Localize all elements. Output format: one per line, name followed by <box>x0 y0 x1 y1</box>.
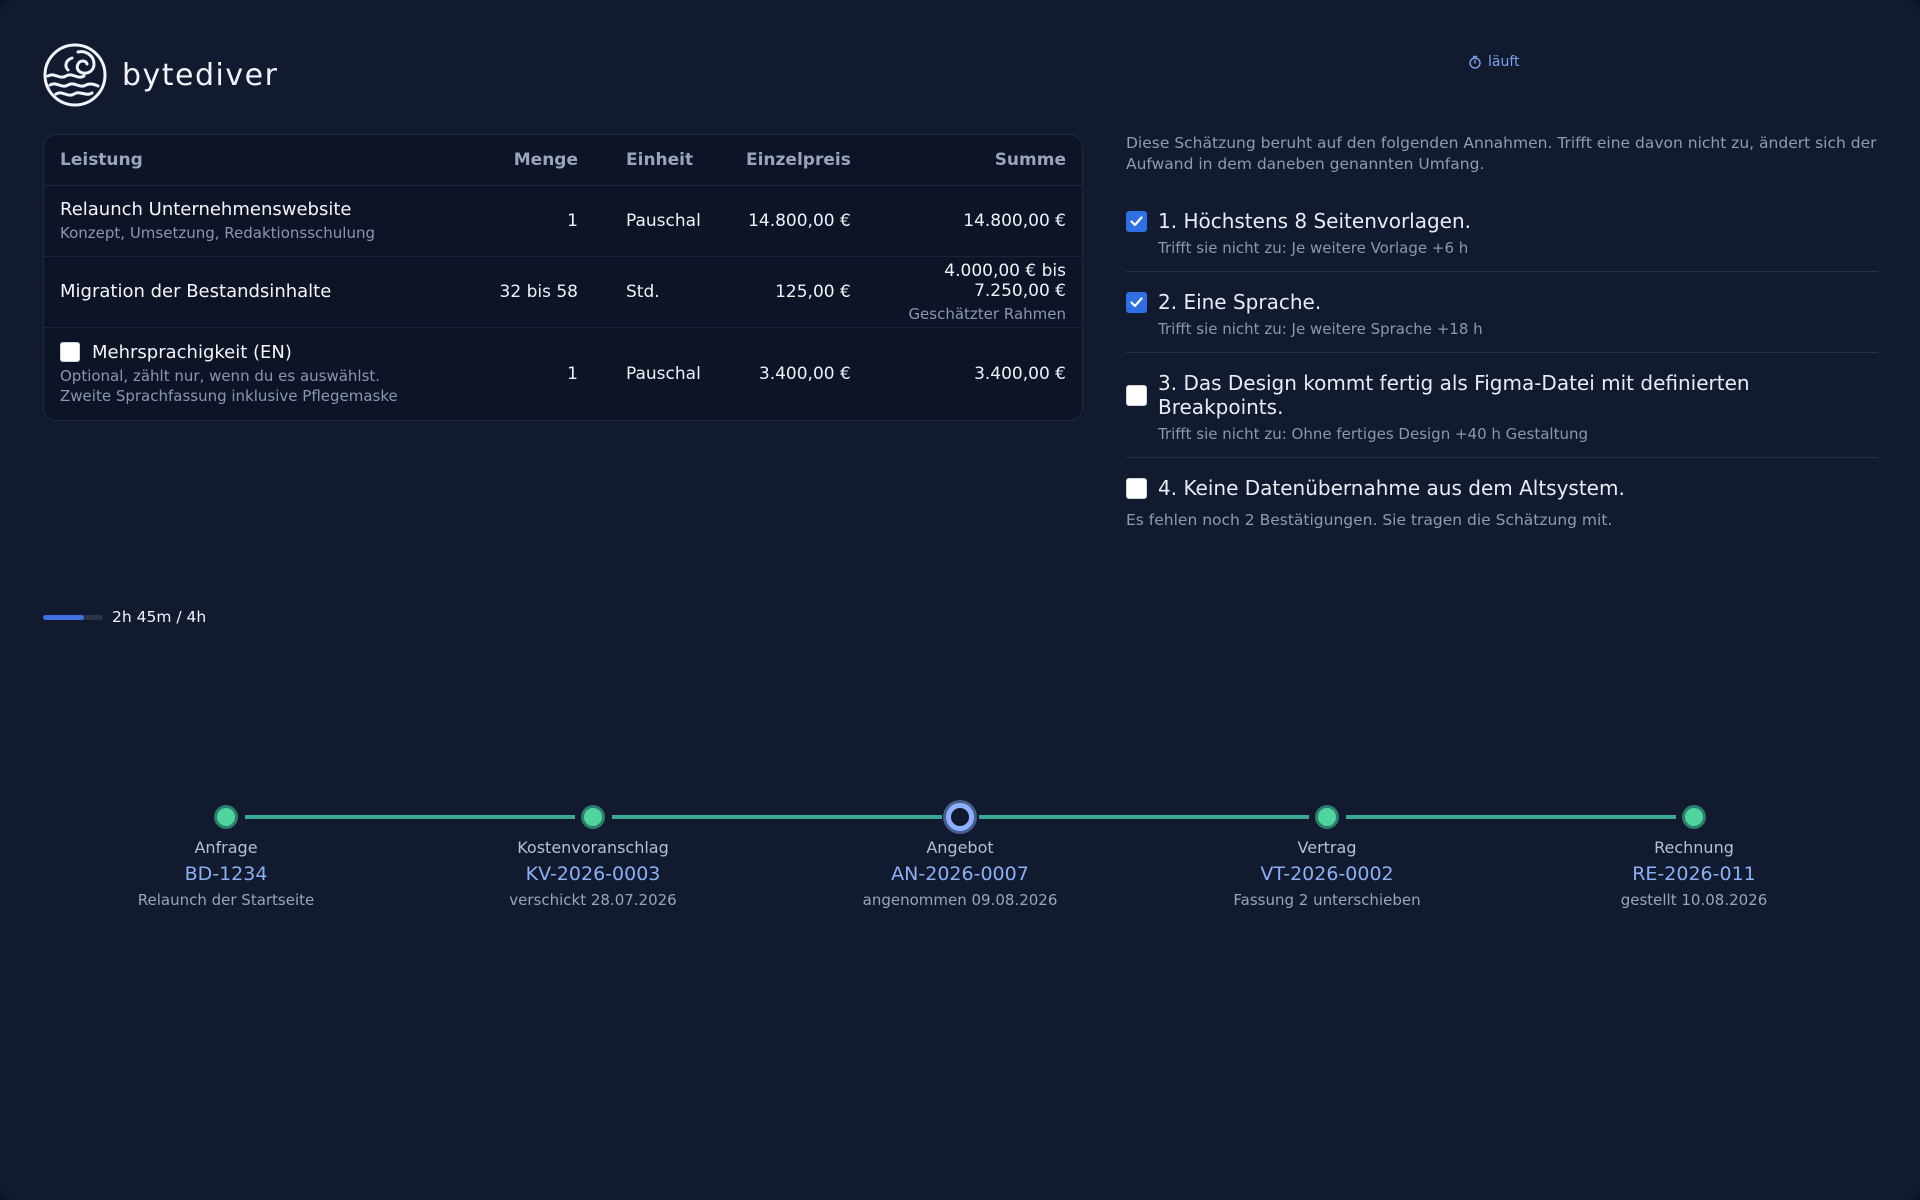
timer-status-label: läuft <box>1488 54 1520 70</box>
assumption-note: Trifft sie nicht zu: Je weitere Vorlage … <box>1158 239 1469 257</box>
stage-label: Anfrage <box>194 838 258 857</box>
progress-track <box>43 614 103 620</box>
assumption-item: 3. Das Design kommt fertig als Figma-Dat… <box>1126 353 1878 458</box>
row-unit-price: 14.800,00 € <box>716 185 867 257</box>
timeline-dot-done[interactable] <box>1682 805 1706 829</box>
assumption-note: Trifft sie nicht zu: Je weitere Sprache … <box>1158 320 1483 338</box>
timeline-dot-done[interactable] <box>1315 805 1339 829</box>
row-total: 14.800,00 € <box>866 185 1082 257</box>
row-unit: Pauschal <box>626 363 701 384</box>
row-total: 4.000,00 € bis 7.250,00 € <box>944 260 1066 301</box>
progress-fill <box>43 614 85 620</box>
row-subtitle: Konzept, Umsetzung, Redaktionsschulung <box>60 223 375 242</box>
assumptions-panel: Diese Schätzung beruht auf den folgenden… <box>1126 133 1878 529</box>
timeline-dot-done[interactable] <box>581 805 605 829</box>
stage-document-id[interactable]: VT-2026-0002 <box>1197 863 1457 885</box>
stage-note: angenommen 09.08.2026 <box>862 891 1058 909</box>
stage-document-id[interactable]: KV-2026-0003 <box>463 863 723 885</box>
timeline-connector <box>245 815 575 819</box>
stage-note: gestellt 10.08.2026 <box>1620 891 1768 909</box>
stopwatch-icon <box>1469 55 1481 69</box>
table-row: Relaunch Unternehmenswebsite Konzept, Um… <box>44 185 1082 257</box>
progress-label: 2h 45m / 4h <box>112 608 207 626</box>
assumptions-intro: Diese Schätzung beruht auf den folgenden… <box>1126 134 1877 173</box>
row-title: Relaunch Unternehmenswebsite <box>60 198 352 220</box>
table-row: Migration der Bestandsinhalte 32 bis 58 … <box>44 256 1082 328</box>
brand-logo: bytediver <box>42 42 278 108</box>
row-unit-price: 125,00 € <box>716 256 867 328</box>
assumption-item: 2. Eine Sprache. Trifft sie nicht zu: Je… <box>1126 272 1878 353</box>
brand-name: bytediver <box>122 57 279 93</box>
stage-document-id[interactable]: AN-2026-0007 <box>830 863 1090 885</box>
row-qty: 32 bis 58 <box>474 256 594 328</box>
stage-label: Rechnung <box>1654 838 1734 857</box>
timeline-stage-rechnung[interactable]: Rechnung RE-2026-011 gestellt 10.08.2026 <box>1564 838 1824 909</box>
row-title: Mehrsprachigkeit (EN) <box>92 341 292 363</box>
assumption-item: 4. Keine Datenübernahme aus dem Altsyste… <box>1126 458 1878 514</box>
stage-note: Fassung 2 unterschieben <box>1233 891 1421 909</box>
line-items-table: Leistung Menge Einheit Einzelpreis Summe… <box>43 134 1083 421</box>
assumption-checkbox-checked[interactable] <box>1126 291 1147 313</box>
assumption-title: 3. Das Design kommt fertig als Figma-Dat… <box>1158 371 1750 419</box>
timeline-connector <box>1346 815 1676 819</box>
checkmark-icon <box>1130 215 1143 226</box>
app-window: bytediver läuft Leistung Menge Einheit E… <box>0 0 1920 1200</box>
stage-label: Vertrag <box>1297 838 1357 857</box>
timeline-stage-vertrag[interactable]: Vertrag VT-2026-0002 Fassung 2 unterschi… <box>1197 838 1457 909</box>
stage-note: verschickt 28.07.2026 <box>509 891 677 909</box>
assumption-title: 1. Höchstens 8 Seitenvorlagen. <box>1158 209 1472 233</box>
row-unit: Pauschal <box>594 185 717 257</box>
table-row: Mehrsprachigkeit (EN) Optional, zählt nu… <box>44 327 1082 420</box>
assumption-note: Trifft sie nicht zu: Ohne fertiges Desig… <box>1158 425 1588 443</box>
row-optional-note: Optional, zählt nur, wenn du es auswähls… <box>60 366 381 385</box>
row-unit: Std. <box>594 256 717 328</box>
assumption-checkbox[interactable] <box>1126 384 1147 406</box>
assumption-checkbox[interactable] <box>1126 477 1147 499</box>
col-header-service: Leistung <box>44 135 474 186</box>
row-qty: 1 <box>474 185 594 257</box>
col-header-total: Summe <box>866 135 1082 186</box>
row-total: 3.400,00 € <box>974 363 1066 384</box>
checkmark-icon <box>1130 296 1143 307</box>
stage-label: Kostenvoranschlag <box>517 838 669 857</box>
stage-label: Angebot <box>926 838 994 857</box>
table-header-row: Leistung Menge Einheit Einzelpreis Summe <box>44 135 1082 186</box>
timeline-connector <box>979 815 1309 819</box>
document-timeline: Anfrage BD-1234 Relaunch der Startseite … <box>0 800 1920 920</box>
timeline-stage-angebot[interactable]: Angebot AN-2026-0007 angenommen 09.08.20… <box>830 838 1090 909</box>
timeline-dot-current[interactable] <box>946 803 974 831</box>
col-header-unit: Einheit <box>594 135 717 186</box>
row-subtitle: Zweite Sprachfassung inklusive Pflegemas… <box>60 386 398 405</box>
remaining-confirmations: Es fehlen noch 2 Bestätigungen. Sie trag… <box>1126 511 1613 529</box>
col-header-unit-price: Einzelpreis <box>716 135 867 186</box>
row-total-note: Geschätzter Rahmen <box>908 304 1066 323</box>
row-title: Migration der Bestandsinhalte <box>60 281 332 302</box>
stage-document-id[interactable]: BD-1234 <box>96 863 356 885</box>
diver-logo-icon <box>43 43 107 107</box>
assumption-title: 2. Eine Sprache. <box>1158 290 1322 314</box>
assumption-checkbox-checked[interactable] <box>1126 210 1147 232</box>
timeline-stage-anfrage[interactable]: Anfrage BD-1234 Relaunch der Startseite <box>96 838 356 909</box>
time-progress: 2h 45m / 4h <box>43 608 206 626</box>
timeline-stage-kostenvoranschlag[interactable]: Kostenvoranschlag KV-2026-0003 verschick… <box>463 838 723 909</box>
assumption-item: 1. Höchstens 8 Seitenvorlagen. Trifft si… <box>1126 209 1878 272</box>
row-qty: 1 <box>567 363 578 384</box>
timer-status[interactable]: läuft <box>1468 54 1520 70</box>
col-header-qty: Menge <box>474 135 594 186</box>
optional-item-checkbox[interactable] <box>60 342 80 363</box>
assumption-title: 4. Keine Datenübernahme aus dem Altsyste… <box>1158 476 1625 500</box>
timeline-dot-done[interactable] <box>214 805 238 829</box>
stage-note: Relaunch der Startseite <box>137 891 315 909</box>
stage-document-id[interactable]: RE-2026-011 <box>1564 863 1824 885</box>
row-unit-price: 3.400,00 € <box>758 363 851 384</box>
timeline-connector <box>612 815 942 819</box>
